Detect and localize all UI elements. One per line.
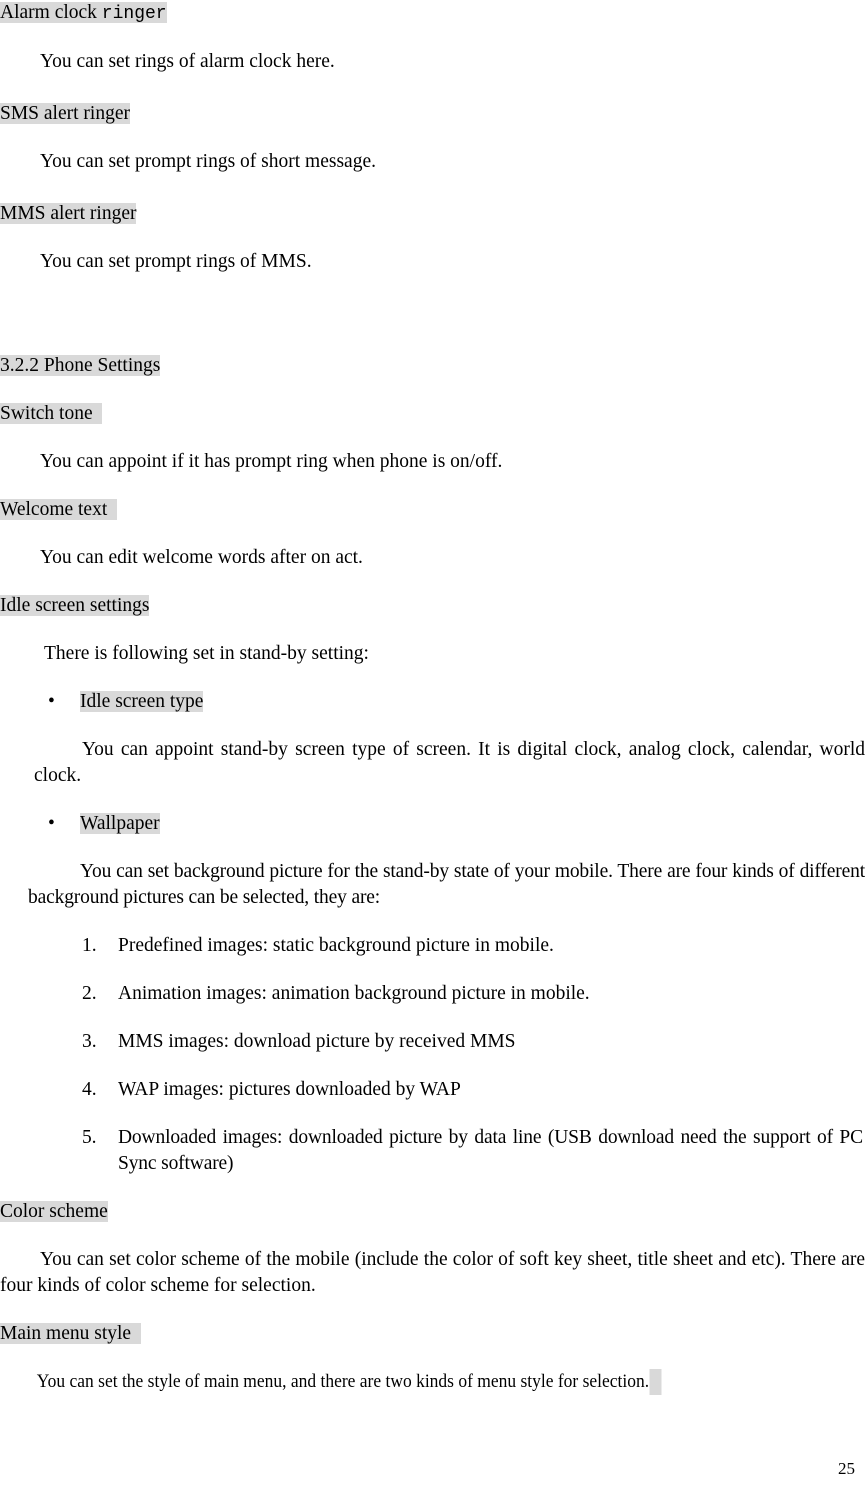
paragraph-main-menu-style-text: You can set the style of main menu, and … (36, 1371, 650, 1392)
list-item: 5. Downloaded images: downloaded picture … (0, 1125, 865, 1177)
heading-phone-settings-text: 3.2.2 Phone Settings (0, 355, 161, 376)
heading-alarm-clock-part2-mono: ringer (101, 4, 167, 24)
list-item-number: 3. (82, 1031, 97, 1052)
paragraph-main-menu-style-body: You can set the style of main menu, and … (0, 1369, 796, 1395)
list-item-number: 1. (82, 935, 97, 956)
list-item: • Idle screen type (0, 689, 865, 715)
list-item-text: Predefined images: static background pic… (118, 935, 554, 956)
list-item: 3. MMS images: download picture by receiv… (0, 1029, 865, 1055)
bullet-label-wallpaper: Wallpaper (80, 813, 160, 834)
paragraph-idle-screen-intro: There is following set in stand-by setti… (44, 643, 369, 664)
heading-idle-screen-settings-text: Idle screen settings (0, 595, 150, 616)
paragraph-welcome-text-body: You can edit welcome words after on act. (40, 547, 363, 568)
heading-main-menu-style-text: Main menu style (0, 1323, 141, 1344)
bullet-dot-icon: • (48, 813, 55, 834)
heading-color-scheme-text: Color scheme (0, 1201, 108, 1222)
list-item-text: Animation images: animation background p… (118, 983, 590, 1004)
heading-idle-screen-settings: Idle screen settings (0, 593, 865, 619)
list-item-text: Downloaded images: downloaded picture by… (118, 1127, 863, 1174)
paragraph-color-scheme-body: You can set color scheme of the mobile (… (0, 1249, 865, 1296)
trailing-highlight-mark (649, 1369, 662, 1395)
paragraph-alarm-clock-body: You can set rings of alarm clock here. (40, 51, 335, 72)
document-page: Alarm clock ringer You can set rings of … (0, 0, 865, 1487)
page-number: 25 (838, 1459, 855, 1478)
bullet-dot-icon: • (48, 691, 55, 712)
heading-main-menu-style: Main menu style (0, 1321, 865, 1347)
bullet-list-wallpaper: • Wallpaper (0, 811, 865, 837)
list-item-number: 2. (82, 983, 97, 1004)
paragraph-switch-tone-body: You can appoint if it has prompt ring wh… (40, 451, 503, 472)
heading-switch-tone: Switch tone (0, 401, 865, 427)
spacer-section-break (0, 275, 865, 331)
heading-sms-alert-ringer-text: SMS alert ringer (0, 103, 130, 124)
numbered-list-wallpaper-types: 1. Predefined images: static background p… (0, 933, 865, 1177)
list-item: 4. WAP images: pictures downloaded by WAP (0, 1077, 865, 1103)
heading-sms-alert-ringer: SMS alert ringer (0, 101, 865, 127)
heading-phone-settings: 3.2.2 Phone Settings (0, 353, 865, 379)
heading-alarm-clock-ringer-text: Alarm clock ringer (0, 2, 167, 24)
bullet-list-idle-screen: • Idle screen type (0, 689, 865, 715)
heading-alarm-clock-ringer: Alarm clock ringer (0, 0, 865, 27)
list-item-text: MMS images: download picture by received… (118, 1031, 516, 1052)
list-item-number: 5. (82, 1127, 97, 1148)
heading-mms-alert-ringer: MMS alert ringer (0, 201, 865, 227)
heading-switch-tone-text: Switch tone (0, 403, 103, 424)
paragraph-sms-alert-body: You can set prompt rings of short messag… (40, 151, 376, 172)
heading-alarm-clock-part1: Alarm clock (0, 2, 102, 23)
list-item: 2. Animation images: animation background… (0, 981, 865, 1007)
paragraph-mms-alert-body: You can set prompt rings of MMS. (40, 251, 312, 272)
heading-mms-alert-ringer-text: MMS alert ringer (0, 203, 137, 224)
list-item: • Wallpaper (0, 811, 865, 837)
heading-color-scheme: Color scheme (0, 1199, 865, 1225)
paragraph-idle-screen-type-body: You can appoint stand-by screen type of … (34, 739, 865, 786)
list-item: 1. Predefined images: static background p… (0, 933, 865, 959)
bullet-label-idle-screen-type: Idle screen type (80, 691, 204, 712)
list-item-text: WAP images: pictures downloaded by WAP (118, 1079, 461, 1100)
paragraph-wallpaper-body: You can set background picture for the s… (28, 861, 865, 908)
heading-welcome-text: Welcome text (0, 497, 865, 523)
heading-welcome-text-text: Welcome text (0, 499, 118, 520)
list-item-number: 4. (82, 1079, 97, 1100)
